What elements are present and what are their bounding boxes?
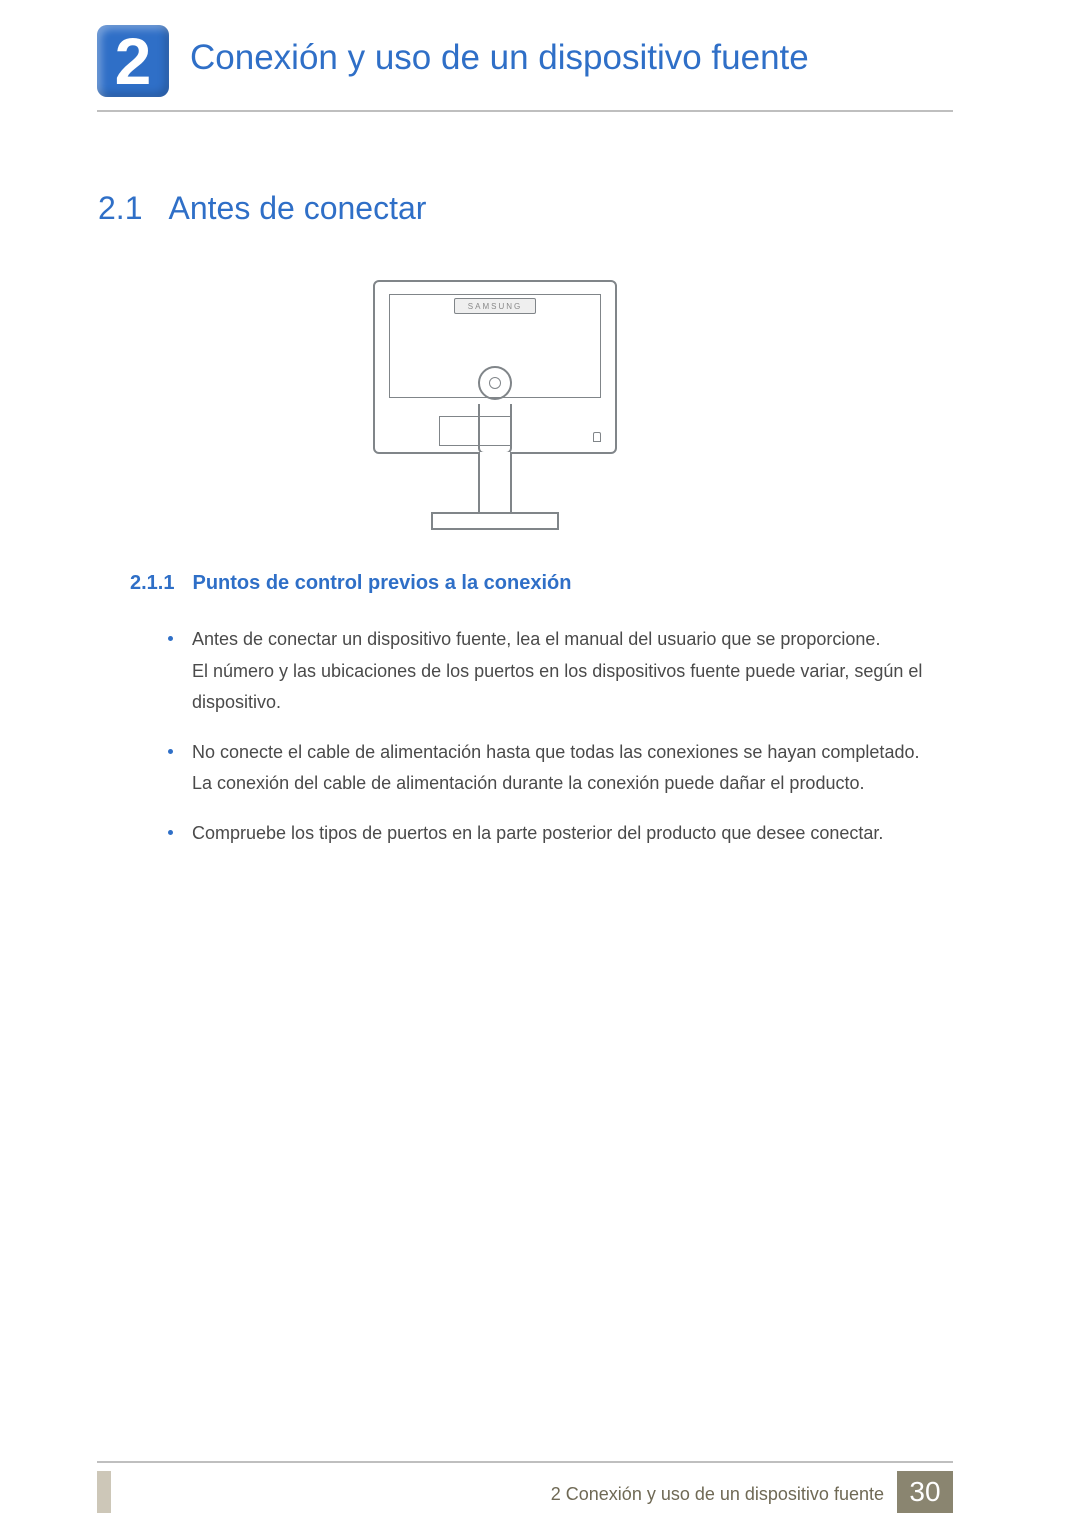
page-number-badge: 30 xyxy=(897,1471,953,1513)
brand-label: SAMSUNG xyxy=(468,302,522,311)
footer-chapter-label: 2 Conexión y uso de un dispositivo fuent… xyxy=(551,1484,884,1505)
list-item-text: El número y las ubicaciones de los puert… xyxy=(192,656,928,719)
footer-accent-block xyxy=(97,1471,111,1513)
list-item: No conecte el cable de alimentación hast… xyxy=(168,737,928,800)
kensington-lock-icon xyxy=(593,432,601,442)
subsection-title: Puntos de control previos a la conexión xyxy=(192,572,571,594)
brand-plate: SAMSUNG xyxy=(454,298,536,314)
page-number: 30 xyxy=(909,1476,940,1508)
footer-divider xyxy=(97,1461,953,1463)
subsection-number: 2.1.1 xyxy=(130,572,174,594)
section-heading: 2.1 Antes de conectar xyxy=(98,190,426,227)
chapter-title: Conexión y uso de un dispositivo fuente xyxy=(190,38,809,78)
section-number: 2.1 xyxy=(98,190,142,226)
list-item: Antes de conectar un dispositivo fuente,… xyxy=(168,624,928,719)
checkpoint-list: Antes de conectar un dispositivo fuente,… xyxy=(168,624,928,867)
section-title: Antes de conectar xyxy=(168,190,426,226)
rear-port-panel xyxy=(439,416,511,446)
monitor-rear-illustration: SAMSUNG xyxy=(350,280,640,540)
list-item-text: La conexión del cable de alimentación du… xyxy=(192,768,928,800)
list-item: Compruebe los tipos de puertos en la par… xyxy=(168,818,928,850)
subsection-heading: 2.1.1 Puntos de control previos a la cone… xyxy=(130,572,571,595)
stand-column xyxy=(478,452,512,512)
chapter-number-badge: 2 xyxy=(97,25,169,97)
list-item-text: No conecte el cable de alimentación hast… xyxy=(192,737,928,769)
list-item-text: Compruebe los tipos de puertos en la par… xyxy=(192,818,928,850)
list-item-text: Antes de conectar un dispositivo fuente,… xyxy=(192,624,928,656)
header-divider xyxy=(97,110,953,112)
stand-mount-ring xyxy=(478,366,512,400)
chapter-number: 2 xyxy=(115,28,152,94)
stand-base xyxy=(431,512,559,530)
monitor-back-panel: SAMSUNG xyxy=(373,280,617,454)
stand-mount-ring-inner xyxy=(489,377,501,389)
